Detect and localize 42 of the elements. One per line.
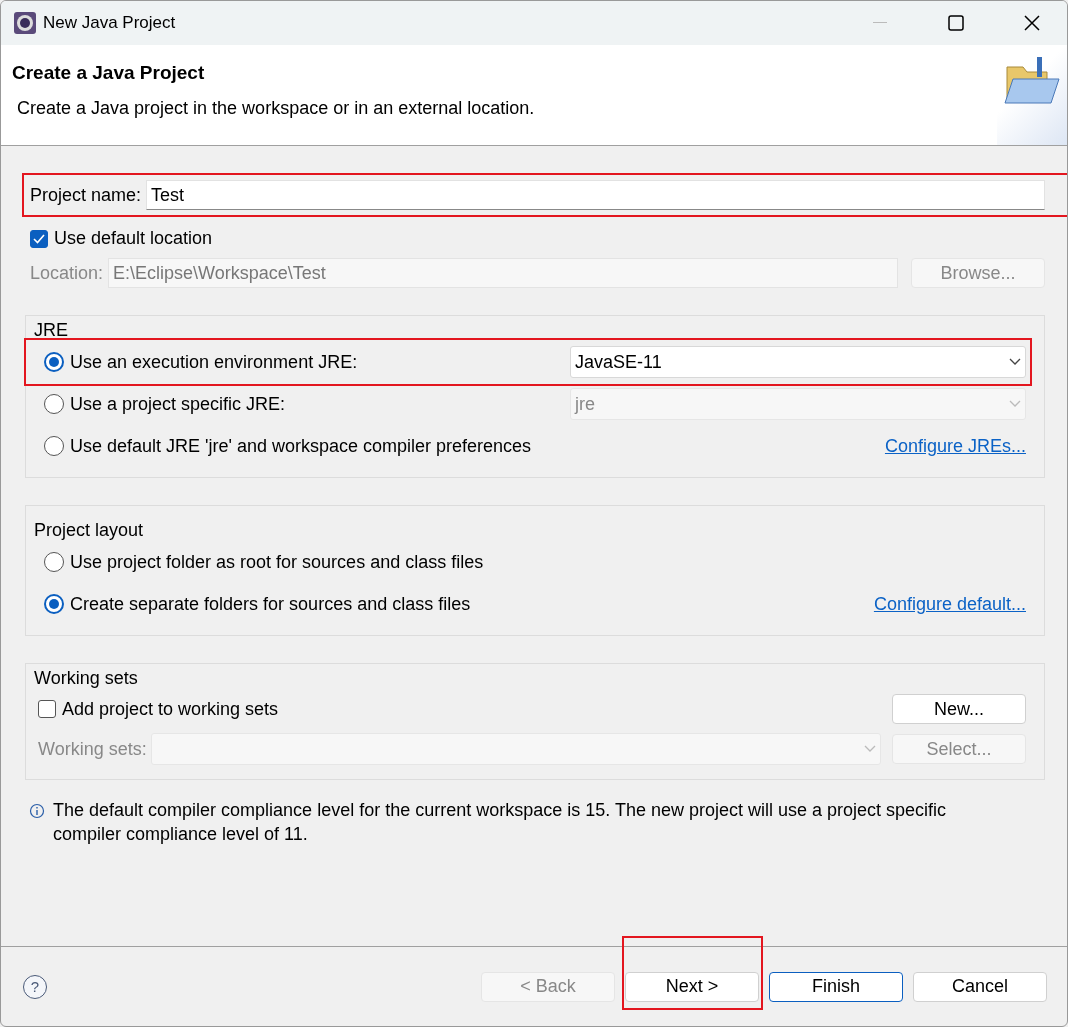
checkbox[interactable] (38, 700, 56, 718)
dropdown[interactable]: JavaSE-11 (570, 346, 1026, 378)
dialog-button[interactable]: Next > (625, 971, 759, 1002)
radio-label: Use project folder as root for sources and class files (70, 551, 484, 573)
maximize-icon (948, 15, 964, 31)
checkbox-label: Use default location (54, 228, 213, 249)
link[interactable]: Configure JREs... (884, 435, 1026, 457)
radio-button[interactable] (44, 552, 64, 572)
minimize-icon (873, 22, 887, 24)
link[interactable]: Configure default... (873, 593, 1026, 615)
dialog-button[interactable]: Finish (769, 971, 903, 1002)
page-title: Create a Java Project (12, 62, 206, 84)
window-title: New Java Project (43, 13, 177, 33)
working-sets-label: Working sets: (38, 738, 147, 760)
help-button[interactable]: ? (23, 974, 47, 999)
radio-label: Create separate folders for sources and class files (70, 593, 471, 615)
radio-button[interactable] (44, 436, 64, 456)
radio-label: Use a project specific JRE: (70, 393, 286, 415)
chevron-down-icon (863, 745, 876, 753)
project-name-field[interactable]: Test (146, 180, 1045, 210)
page-description: Create a Java project in the workspace or in an external location. (16, 98, 536, 119)
dropdown-value: JavaSE-11 (575, 351, 662, 373)
radio-label: Use default JRE 'jre' and workspace compiler preferences (70, 435, 532, 457)
checkbox-label: Add project to working sets (62, 698, 279, 720)
chevron-down-icon (1009, 400, 1021, 408)
group-title: Project layout (32, 520, 146, 541)
close-icon (1024, 15, 1040, 31)
new-button[interactable]: New... (892, 694, 1026, 724)
radio-button[interactable] (44, 352, 64, 372)
dropdown-value: jre (575, 393, 595, 415)
check-icon (33, 233, 45, 244)
dialog-button[interactable]: Cancel (913, 971, 1047, 1002)
info-message: The default compiler compliance level for the current workspace is 15. The new project will use a project specific compiler compliance level of 11. (53, 799, 948, 846)
checkbox[interactable] (30, 229, 48, 248)
group-title: Working sets (32, 668, 140, 689)
radio-button[interactable] (44, 594, 64, 614)
radio-label: Use an execution environment JRE: (70, 351, 358, 373)
chevron-down-icon (1009, 358, 1021, 366)
info-icon (29, 803, 45, 819)
project-name-label: Project name: (30, 184, 142, 206)
location-label: Location: (30, 262, 104, 284)
app-icon (13, 11, 37, 35)
